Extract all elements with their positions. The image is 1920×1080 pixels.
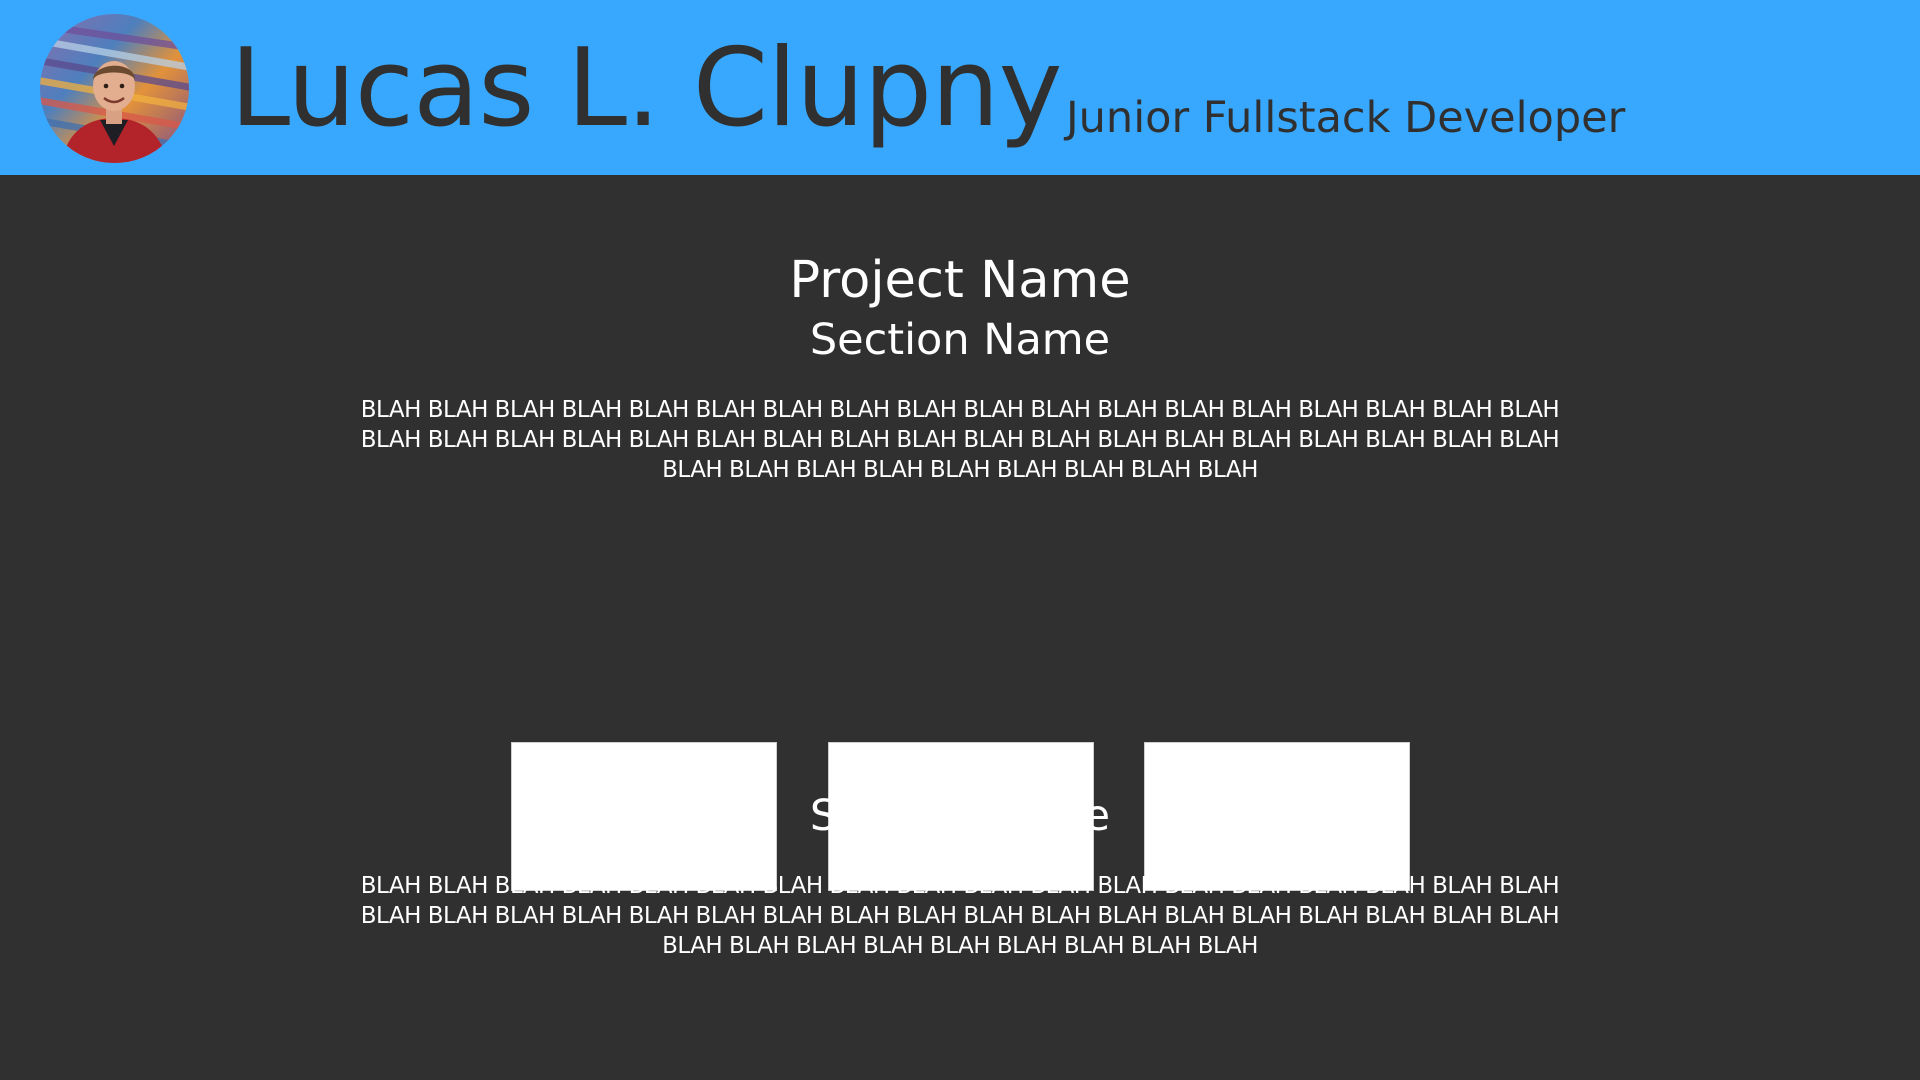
job-title: Junior Fullstack Developer (1066, 93, 1626, 143)
section-text: BLAH BLAH BLAH BLAH BLAH BLAH BLAH BLAH … (360, 397, 1560, 483)
section-title: Section Name (809, 315, 1111, 365)
project-title: Project Name (789, 251, 1131, 310)
site-title: Lucas L. Clupny (230, 26, 1062, 151)
section-title: Section Name (809, 791, 1111, 841)
avatar (40, 14, 189, 163)
profile-photo-icon (40, 14, 189, 163)
site-header: Lucas L. Clupny Junior Fullstack Develop… (0, 0, 1920, 175)
section-text: BLAH BLAH BLAH BLAH BLAH BLAH BLAH BLAH … (360, 873, 1560, 959)
